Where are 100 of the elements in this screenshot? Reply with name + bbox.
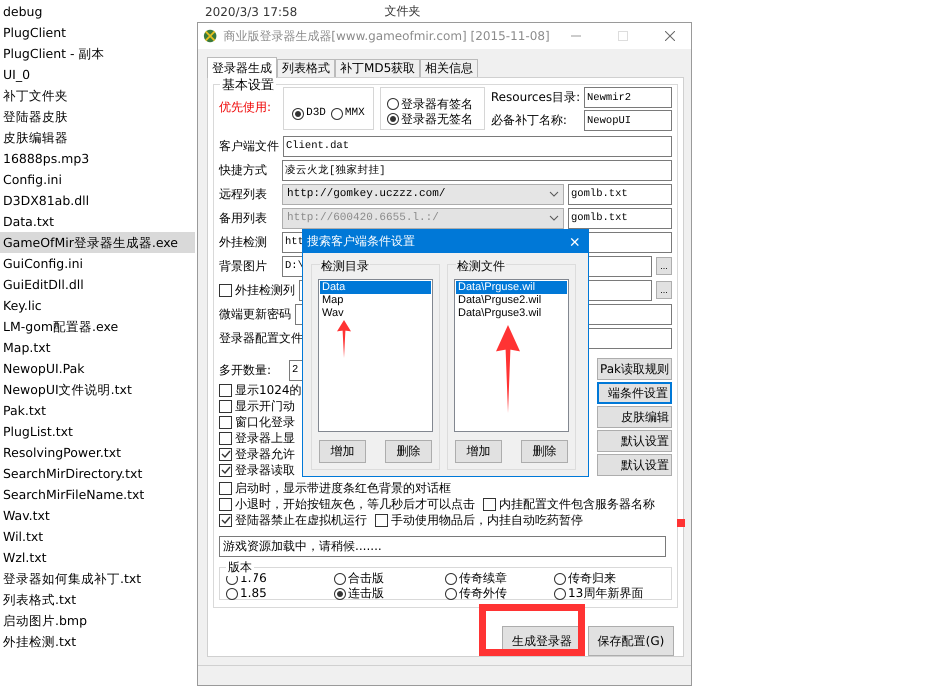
radio-button[interactable]: 登录器有签名 bbox=[386, 96, 473, 112]
checkbox[interactable]: 小退时，开始按钮灰色，等几秒后才可以点击 bbox=[219, 496, 475, 512]
checkbox[interactable]: 内挂配置文件包含服务器名称 bbox=[483, 496, 655, 512]
add-button[interactable]: 增加 bbox=[455, 440, 502, 463]
file-item[interactable]: PlugList.txt bbox=[0, 421, 195, 442]
radio-button[interactable]: 合击版 bbox=[334, 571, 445, 586]
file-type: 文件夹 bbox=[384, 3, 420, 20]
checkmark-icon bbox=[220, 515, 230, 525]
radio-button[interactable]: 传奇续章 bbox=[445, 571, 554, 586]
file-item[interactable]: Map.txt bbox=[0, 337, 195, 358]
file-item[interactable]: SearchMirDirectory.txt bbox=[0, 463, 195, 484]
file-item[interactable]: 外挂检测.txt bbox=[0, 631, 195, 652]
tab[interactable]: 补丁MD5获取 bbox=[335, 59, 420, 77]
priority-label: 优先使用: bbox=[219, 99, 272, 116]
field-label: 微端更新密码 bbox=[219, 306, 291, 322]
list-box[interactable]: Data Map Wav bbox=[318, 279, 433, 432]
checkbox[interactable]: 登录器读取 bbox=[219, 462, 295, 478]
file-item[interactable]: UI_0 bbox=[0, 64, 195, 85]
field-label: 备用列表 bbox=[219, 210, 268, 226]
file-item[interactable]: 登录器如何集成补丁.txt bbox=[0, 568, 195, 589]
checkbox[interactable]: 显示1024的 bbox=[219, 382, 302, 398]
file-item[interactable]: 补丁文件夹 bbox=[0, 85, 195, 106]
tab[interactable]: 登录器生成 bbox=[207, 57, 277, 78]
delete-button[interactable]: 删除 bbox=[385, 440, 432, 463]
file-item[interactable]: Pak.txt bbox=[0, 400, 195, 421]
tab[interactable]: 列表格式 bbox=[277, 59, 335, 77]
checkbox[interactable]: 登录器上显 bbox=[219, 430, 295, 446]
browse-button[interactable]: ... bbox=[656, 281, 672, 299]
file-item[interactable]: 登陆器皮肤 bbox=[0, 106, 195, 127]
settings-button[interactable]: Pak读取规则 bbox=[597, 358, 672, 380]
dialog-title: 搜索客户端条件设置 bbox=[307, 233, 415, 250]
checkbox[interactable]: 手动使用物品后，内挂自动吃药暂停 bbox=[375, 512, 583, 528]
field-label: Resources目录: bbox=[490, 89, 580, 106]
text-field[interactable]: Newmir2 bbox=[584, 87, 672, 108]
file-item[interactable]: 皮肤编辑器 bbox=[0, 127, 195, 148]
text-field[interactable]: Client.dat bbox=[283, 136, 672, 156]
browse-button[interactable]: ... bbox=[656, 257, 672, 275]
loading-text-field[interactable]: 游戏资源加载中，请稍候....... bbox=[219, 536, 666, 557]
file-item[interactable]: PlugClient - 副本 bbox=[0, 43, 195, 64]
checkbox[interactable]: 登陆器禁止在虚拟机运行 bbox=[219, 512, 367, 528]
file-item[interactable]: PlugClient bbox=[0, 22, 195, 43]
radio-button[interactable]: D3D bbox=[292, 106, 326, 121]
checkbox[interactable]: 显示开门动 bbox=[219, 398, 295, 414]
file-item[interactable]: Data.txt bbox=[0, 211, 195, 232]
tab[interactable]: 相关信息 bbox=[420, 59, 478, 77]
radio-button[interactable]: 传奇归来 bbox=[554, 571, 665, 586]
field-label: 客户端文件 bbox=[219, 138, 279, 154]
file-item[interactable]: Wil.txt bbox=[0, 526, 195, 547]
group-title: 检测文件 bbox=[456, 258, 506, 275]
radio-button[interactable]: 1.85 bbox=[226, 586, 334, 601]
radio-button[interactable]: 13周年新界面 bbox=[554, 586, 665, 601]
file-item[interactable]: GuiEditDll.dll bbox=[0, 274, 195, 295]
list-item[interactable]: Map bbox=[320, 294, 431, 307]
file-item[interactable]: GameOfMir登录器生成器.exe bbox=[0, 232, 195, 253]
radio-button[interactable]: MMX bbox=[330, 106, 365, 121]
file-item[interactable]: Config.ini bbox=[0, 169, 195, 190]
file-item[interactable]: SearchMirFileName.txt bbox=[0, 484, 195, 505]
settings-button[interactable]: 皮肤编辑 bbox=[597, 406, 672, 428]
file-item[interactable]: 16888ps.mp3 bbox=[0, 148, 195, 169]
file-item[interactable]: Key.lic bbox=[0, 295, 195, 316]
checkbox[interactable]: 外挂检测列 bbox=[219, 282, 295, 298]
radio-button[interactable]: 连击版 bbox=[334, 586, 445, 601]
field-label: 快捷方式 bbox=[219, 162, 268, 178]
list-item[interactable]: Wav bbox=[320, 307, 431, 320]
radio-button[interactable]: 登录器无签名 bbox=[386, 112, 473, 126]
text-field[interactable]: NewopUI bbox=[584, 110, 672, 131]
field-label: 必备补丁名称: bbox=[490, 112, 568, 129]
file-item[interactable]: D3DX81ab.dll bbox=[0, 190, 195, 211]
file-item[interactable]: debug bbox=[0, 1, 195, 22]
settings-button[interactable]: 端条件设置 bbox=[597, 382, 672, 404]
file-item[interactable]: NewopUI文件说明.txt bbox=[0, 379, 195, 400]
checkbox[interactable]: 窗口化登录 bbox=[219, 414, 295, 430]
file-item[interactable]: 启动图片.bmp bbox=[0, 610, 195, 631]
list-item[interactable]: Data\Prguse2.wil bbox=[456, 294, 567, 307]
file-item[interactable]: NewopUI.Pak bbox=[0, 358, 195, 379]
file-item[interactable]: GuiConfig.ini bbox=[0, 253, 195, 274]
list-item[interactable]: Data bbox=[320, 281, 431, 294]
file-item[interactable]: LM-gom配置器.exe bbox=[0, 316, 195, 337]
checkbox[interactable]: 启动时，显示带进度条红色背景的对话框 bbox=[219, 480, 451, 496]
modified-date: 2020/3/3 17:58 bbox=[205, 4, 298, 18]
radio-button[interactable]: 传奇外传 bbox=[445, 586, 554, 601]
file-item[interactable]: 列表格式.txt bbox=[0, 589, 195, 610]
action-button[interactable]: 保存配置(G) bbox=[588, 626, 674, 656]
group-title: 版本 bbox=[226, 559, 254, 576]
list-item[interactable]: Data\Prguse3.wil bbox=[456, 307, 567, 320]
chevron-down-icon[interactable] bbox=[549, 191, 559, 197]
url-dropdown[interactable]: http://gomkey.uczzz.com/ bbox=[282, 184, 564, 204]
add-button[interactable]: 增加 bbox=[319, 440, 366, 463]
file-item[interactable]: ResolvingPower.txt bbox=[0, 442, 195, 463]
list-item[interactable]: Data\Prguse.wil bbox=[456, 281, 567, 294]
file-item[interactable]: Wav.txt bbox=[0, 505, 195, 526]
text-field[interactable]: 凌云火龙[独家封挂] bbox=[282, 160, 672, 180]
text-field[interactable]: gomlb.txt bbox=[568, 184, 672, 204]
checkbox[interactable]: 登录器允许 bbox=[219, 446, 295, 462]
list-box[interactable]: Data\Prguse.wil Data\Prguse2.wil Data\Prguse3.wil bbox=[454, 279, 569, 432]
close-button[interactable]: × bbox=[569, 232, 580, 250]
file-item[interactable]: Wzl.txt bbox=[0, 547, 195, 568]
delete-button[interactable]: 删除 bbox=[521, 440, 568, 463]
settings-button[interactable]: 默认设置 bbox=[597, 430, 672, 452]
settings-button[interactable]: 默认设置 bbox=[597, 454, 672, 476]
